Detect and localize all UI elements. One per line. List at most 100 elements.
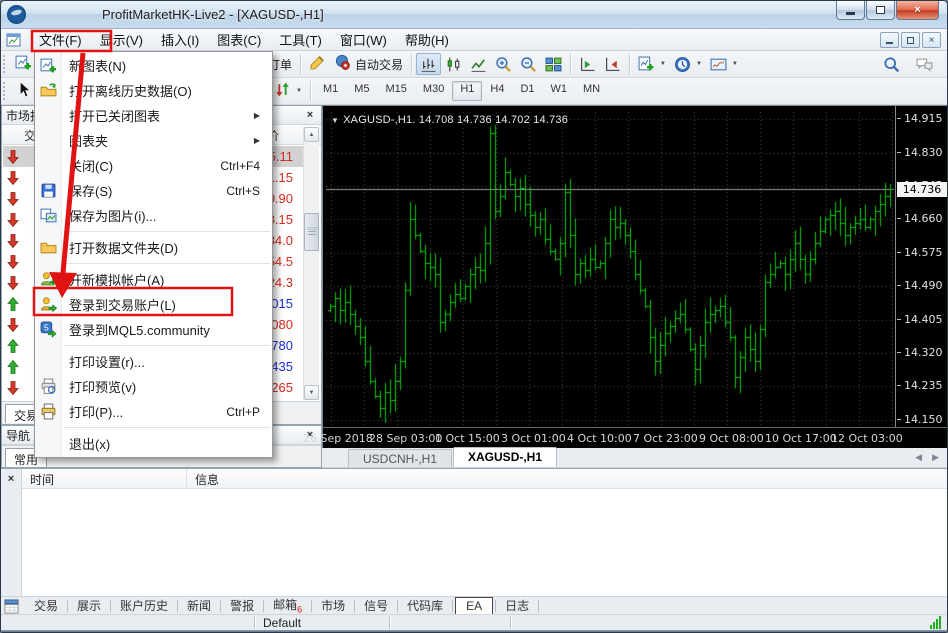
chart-window[interactable]: ▼XAGUSD-,H1. 14.708 14.736 14.702 14.736… xyxy=(322,105,948,448)
time-axis[interactable]: 26 Sep 201828 Sep 03:001 Oct 15:003 Oct … xyxy=(323,427,948,448)
tile-windows-button[interactable] xyxy=(541,53,566,75)
close-icon[interactable]: × xyxy=(303,109,317,122)
chart-shift-button[interactable] xyxy=(575,53,600,75)
auto-trading-button[interactable]: 自动交易 xyxy=(330,53,407,75)
trend-down-icon xyxy=(5,191,21,207)
close-icon[interactable]: × xyxy=(4,472,19,486)
trend-down-icon xyxy=(5,275,21,291)
timeframe-m15[interactable]: M15 xyxy=(378,81,415,101)
bar-chart-button[interactable] xyxy=(416,53,441,75)
menu-separator xyxy=(63,231,270,232)
symbol-switch-button[interactable]: ▼ xyxy=(270,80,306,102)
timeframe-m1[interactable]: M1 xyxy=(315,81,346,101)
menu-h[interactable]: 帮助(H) xyxy=(396,27,458,52)
price-tick-label: 14.660 xyxy=(904,212,943,225)
child-restore-button[interactable] xyxy=(901,32,920,48)
menu-c[interactable]: 图表(C) xyxy=(208,27,270,52)
chart-tab-usdcnhh1[interactable]: USDCNH-,H1 xyxy=(348,449,452,467)
chart-symbol-label[interactable]: ▼XAGUSD-,H1. 14.708 14.736 14.702 14.736 xyxy=(331,114,568,126)
zoom-out-button[interactable] xyxy=(516,53,541,75)
terminal-tab-10[interactable]: EA xyxy=(455,597,493,615)
column-message[interactable]: 信息 xyxy=(187,469,227,488)
scroll-down-icon[interactable]: ▼ xyxy=(304,385,319,400)
restore-button[interactable] xyxy=(866,1,895,20)
timeframe-w1[interactable]: W1 xyxy=(543,81,576,101)
auto-scroll-button[interactable] xyxy=(600,53,625,75)
file-menu-item[interactable]: 图表夹▶ xyxy=(35,128,272,153)
candlestick-chart-button[interactable] xyxy=(441,53,466,75)
file-menu-item[interactable]: 打印(P)...Ctrl+P xyxy=(35,399,272,424)
menu-item-label: 打印预览(v) xyxy=(69,377,136,396)
toolbar-grip[interactable] xyxy=(3,55,8,73)
templates-button[interactable]: ▼ xyxy=(706,53,742,75)
new-chart-button[interactable] xyxy=(11,53,36,75)
file-menu-item[interactable]: 打印预览(v) xyxy=(35,374,272,399)
file-menu-item[interactable]: 5 登录到MQL5.community xyxy=(35,317,272,342)
line-chart-button[interactable] xyxy=(466,53,491,75)
terminal-tab-3[interactable]: 账户历史 xyxy=(111,596,177,615)
file-menu-item[interactable]: 新图表(N) xyxy=(35,53,272,78)
child-close-button[interactable]: × xyxy=(922,32,941,48)
file-menu-item[interactable]: 保存为图片(i)... xyxy=(35,203,272,228)
print-icon xyxy=(40,403,57,420)
scroll-up-icon[interactable]: ▲ xyxy=(304,127,319,142)
periods-clock-button[interactable]: ▼ xyxy=(670,53,706,75)
menu-f[interactable]: 文件(F) xyxy=(30,27,91,52)
file-menu-item[interactable]: 退出(x) xyxy=(35,431,272,456)
tab-scroll-right-icon[interactable]: ▶ xyxy=(932,452,939,463)
price-tick-label: 14.235 xyxy=(904,379,943,392)
file-menu-item[interactable]: 打印设置(r)... xyxy=(35,349,272,374)
cursor-button[interactable] xyxy=(11,80,36,102)
timeframe-h4[interactable]: H4 xyxy=(482,81,512,101)
file-menu-item[interactable]: 打开离线历史数据(O) xyxy=(35,78,272,103)
file-menu-item[interactable]: 开新模拟帐户(A) xyxy=(35,267,272,292)
menu-item-label: 登录到MQL5.community xyxy=(69,320,210,339)
timeframe-m30[interactable]: M30 xyxy=(415,81,452,101)
timeframe-m5[interactable]: M5 xyxy=(346,81,377,101)
market-watch-scrollbar[interactable]: ▲ ▼ xyxy=(303,127,319,400)
menu-v[interactable]: 显示(V) xyxy=(91,27,152,52)
menu-item-label: 退出(x) xyxy=(69,434,110,453)
file-menu-item[interactable]: 打开已关闭图表▶ xyxy=(35,103,272,128)
file-menu-item[interactable]: 关闭(C)Ctrl+F4 xyxy=(35,153,272,178)
timeframe-h1[interactable]: H1 xyxy=(452,81,482,101)
timeframe-d1[interactable]: D1 xyxy=(512,81,542,101)
mql5-icon: 5 xyxy=(40,321,57,338)
indicators-add-button[interactable]: ▼ xyxy=(634,53,670,75)
minimize-button[interactable] xyxy=(836,1,865,20)
terminal-tab-1[interactable]: 交易 xyxy=(25,596,67,615)
terminal-tab-2[interactable]: 展示 xyxy=(68,596,110,615)
terminal-tab-7[interactable]: 市场 xyxy=(312,596,354,615)
terminal-tab-6[interactable]: 邮箱6 xyxy=(264,595,311,615)
column-time[interactable]: 时间 xyxy=(22,469,187,488)
terminal-tab-5[interactable]: 警报 xyxy=(221,596,263,615)
new-account-icon xyxy=(40,271,57,288)
terminal-tab-11[interactable]: 日志 xyxy=(496,596,538,615)
chart-tab-xagusdh1[interactable]: XAGUSD-,H1 xyxy=(453,447,557,467)
metaeditor-button[interactable] xyxy=(305,53,330,75)
terminal-tab-4[interactable]: 新闻 xyxy=(178,596,220,615)
menu-t[interactable]: 工具(T) xyxy=(270,27,331,52)
terminal-tab-8[interactable]: 信号 xyxy=(355,596,397,615)
price-chart[interactable] xyxy=(326,112,894,427)
menu-i[interactable]: 插入(I) xyxy=(152,27,208,52)
file-menu-item[interactable]: 打开数据文件夹(D) xyxy=(35,235,272,260)
tab-scroll-left-icon[interactable]: ◀ xyxy=(915,452,922,463)
menu-separator xyxy=(63,345,270,346)
zoom-in-button[interactable] xyxy=(491,53,516,75)
menu-item-label: 新图表(N) xyxy=(69,56,126,75)
search-button[interactable] xyxy=(879,53,904,75)
chat-button[interactable] xyxy=(912,53,937,75)
child-minimize-button[interactable] xyxy=(880,32,899,48)
file-menu-item[interactable]: 登录到交易账户(L) xyxy=(35,292,272,317)
toolbar-grip[interactable] xyxy=(3,82,8,100)
time-tick-label: 4 Oct 10:00 xyxy=(567,432,632,445)
menu-w[interactable]: 窗口(W) xyxy=(331,27,396,52)
timeframe-mn[interactable]: MN xyxy=(575,81,608,101)
status-profile[interactable]: Default xyxy=(255,615,389,630)
price-axis[interactable]: 14.91514.83014.74514.66014.57514.49014.4… xyxy=(895,106,948,427)
terminal-tab-9[interactable]: 代码库 xyxy=(398,596,452,615)
file-menu-item[interactable]: 保存(S)Ctrl+S xyxy=(35,178,272,203)
close-button[interactable]: × xyxy=(896,1,939,20)
scrollbar-thumb[interactable] xyxy=(304,213,319,251)
